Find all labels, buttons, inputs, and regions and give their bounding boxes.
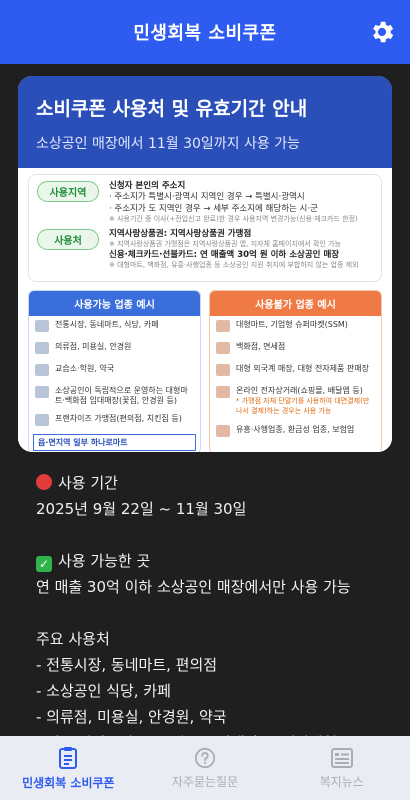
app-bar: 민생회복 소비쿠폰	[0, 0, 410, 64]
app-title: 민생회복 소비쿠폰	[133, 23, 277, 44]
clipboard-icon	[59, 746, 78, 769]
place-row: 사용처 지역사랑상품권: 지역사랑상품권 가맹점 ※ 지역사랑상품권 가맹점은 …	[37, 228, 373, 271]
shop-icon	[35, 341, 49, 354]
allowed-item-text: 프랜차이즈 가맹점(편의점, 치킨집 등)	[55, 414, 182, 424]
allowed-item-text: 소상공인이 독립적으로 운영하는 대형마트·백화점 임대매장(꽃집, 안경원 등…	[55, 385, 188, 406]
allowed-column: 사용가능 업종 예시 전통시장, 동네마트, 식당, 카페 의류점, 미용실, …	[28, 289, 201, 452]
store-icon	[216, 385, 230, 398]
place-pill: 사용처	[37, 228, 99, 250]
disallowed-item: 유흥·사행업종, 환금성 업종, 보험업	[210, 421, 381, 443]
tab-news[interactable]: 복지뉴스	[273, 736, 410, 800]
region-pill: 사용지역	[37, 181, 99, 202]
disallowed-item-text: 온라인 전자상거래(쇼핑몰, 배달앱 등)	[236, 385, 363, 395]
disallowed-item-text: 대형 외국계 매장, 대형 전자제품 판매장	[236, 363, 370, 373]
coupon-info-card[interactable]: 소비쿠폰 사용처 및 유효기간 안내 소상공인 매장에서 11월 30일까지 사…	[18, 76, 392, 452]
period-heading: 사용 기간	[58, 474, 118, 492]
tab-label: 자주묻는질문	[171, 774, 239, 789]
place-line: 지역사랑상품권: 지역사랑상품권 가맹점	[109, 228, 252, 239]
place-line: 신용·체크카드·선불카드: 연 매출액 30억 원 이하 소상공인 매장	[109, 249, 340, 260]
main-item: - 전통시장, 동네마트, 편의점	[36, 656, 218, 674]
allowed-item-text: 교습소·학원, 약국	[55, 363, 115, 373]
allowed-item: 전통시장, 동네마트, 식당, 카페	[29, 316, 200, 338]
main-heading: 주요 사용처	[36, 630, 110, 648]
disallowed-item-text: 유흥·사행업종, 환금성 업종, 보험업	[236, 424, 355, 434]
allowed-item: 소상공인이 독립적으로 운영하는 대형마트·백화점 임대매장(꽃집, 안경원 등…	[29, 382, 200, 411]
tab-faq[interactable]: 자주묻는질문	[137, 736, 274, 800]
gear-icon[interactable]	[368, 18, 396, 46]
card-body: 사용지역 신청자 본인의 주소지 · 주소지가 특별시·광역시 지역인 경우 →…	[18, 168, 392, 452]
place-note: ※ 지역사랑상품권 가맹점은 지역사랑상품권 앱, 지자체 홈페이지에서 확인 …	[109, 240, 341, 249]
region-line: 신청자 본인의 주소지	[109, 181, 186, 191]
region-row: 사용지역 신청자 본인의 주소지 · 주소지가 특별시·광역시 지역인 경우 →…	[37, 181, 373, 225]
coupon-details: 사용 기간 2025년 9월 22일 ~ 11월 30일 ✓ 사용 가능한 곳 연…	[36, 470, 396, 756]
allowed-item: 교습소·학원, 약국	[29, 360, 200, 382]
store-icon	[216, 363, 230, 376]
place-lines: 지역사랑상품권: 지역사랑상품권 가맹점 ※ 지역사랑상품권 가맹점은 지역사랑…	[109, 229, 359, 271]
store-icon	[216, 341, 230, 354]
disallowed-item: 대형마트, 기업형 슈퍼마켓(SSM)	[210, 316, 381, 338]
card-title: 소비쿠폰 사용처 및 유효기간 안내	[36, 98, 308, 120]
store-icon	[216, 424, 230, 437]
main-item: - 의류점, 미용실, 안경원, 약국	[36, 708, 227, 726]
allowed-item-text: 의류점, 미용실, 안경원	[55, 341, 132, 351]
tab-label: 민생회복 소비쿠폰	[22, 775, 115, 790]
tab-label: 복지뉴스	[319, 774, 364, 789]
place-value: 연 매출 30억 이하 소상공인 매장에서만 사용 가능	[36, 578, 351, 596]
allowed-item: 프랜차이즈 가맹점(편의점, 치킨집 등)	[29, 410, 200, 432]
period-heading-line: 사용 기간	[36, 470, 396, 496]
bottom-navigation: 민생회복 소비쿠폰 자주묻는질문 복지뉴스	[0, 736, 410, 800]
disallowed-item: 온라인 전자상거래(쇼핑몰, 배달앱 등) * 가맹점 자체 단말기를 사용하여 …	[210, 382, 381, 421]
place-heading: 사용 가능한 곳	[58, 552, 151, 570]
region-note: ※ 사용기간 중 이사(+전입신고 완료)한 경우 사용지역 변경가능(신용·체…	[109, 215, 358, 224]
category-columns: 사용가능 업종 예시 전통시장, 동네마트, 식당, 카페 의류점, 미용실, …	[28, 289, 382, 452]
disallowed-header: 사용불가 업종 예시	[210, 290, 381, 316]
shop-icon	[35, 385, 49, 398]
alarm-clock-icon	[36, 474, 52, 490]
news-icon	[330, 747, 353, 768]
check-mark-icon: ✓	[36, 556, 52, 572]
place-note: ※ 대형마트, 백화점, 유흥·사행업종 등 소상공인 지원 취지에 부합하지 …	[109, 261, 359, 270]
place-heading-line: ✓ 사용 가능한 곳	[36, 548, 396, 574]
region-line: · 주소지가 도 지역인 경우 → 세부 주소지에 해당하는 시·군	[109, 203, 318, 214]
card-subtitle: 소상공인 매장에서 11월 30일까지 사용 가능	[36, 136, 300, 152]
shop-icon	[35, 414, 49, 427]
question-icon	[194, 747, 216, 768]
region-lines: 신청자 본인의 주소지 · 주소지가 특별시·광역시 지역인 경우 → 특별시·…	[109, 181, 358, 225]
tab-coupon[interactable]: 민생회복 소비쿠폰	[0, 736, 137, 800]
disallowed-note: * 가맹점 자체 단말기를 사용하여 대면결제(만나서 결제)하는 경우는 사용…	[236, 397, 370, 416]
disallowed-column: 사용불가 업종 예시 대형마트, 기업형 슈퍼마켓(SSM) 백화점, 면세점 …	[209, 289, 382, 452]
allowed-item-text: 전통시장, 동네마트, 식당, 카페	[55, 319, 159, 329]
card-header: 소비쿠폰 사용처 및 유효기간 안내 소상공인 매장에서 11월 30일까지 사…	[18, 76, 392, 168]
disallowed-item-text: 백화점, 면세점	[236, 341, 286, 351]
disallowed-item: 백화점, 면세점	[210, 338, 381, 360]
region-line: · 주소지가 특별시·광역시 지역인 경우 → 특별시·광역시	[109, 192, 305, 203]
disallowed-item: 대형 외국계 매장, 대형 전자제품 판매장	[210, 360, 381, 382]
allowed-last-item: 읍·면지역 일부 하나로마트	[33, 434, 196, 452]
allowed-header: 사용가능 업종 예시	[29, 290, 200, 316]
store-icon	[216, 319, 230, 332]
usage-region-box: 사용지역 신청자 본인의 주소지 · 주소지가 특별시·광역시 지역인 경우 →…	[28, 174, 382, 282]
allowed-item: 의류점, 미용실, 안경원	[29, 338, 200, 360]
period-value: 2025년 9월 22일 ~ 11월 30일	[36, 500, 247, 518]
main-item: - 소상공인 식당, 카페	[36, 682, 171, 700]
shop-icon	[35, 319, 49, 332]
shop-icon	[35, 363, 49, 376]
disallowed-item-text: 대형마트, 기업형 슈퍼마켓(SSM)	[236, 319, 348, 329]
